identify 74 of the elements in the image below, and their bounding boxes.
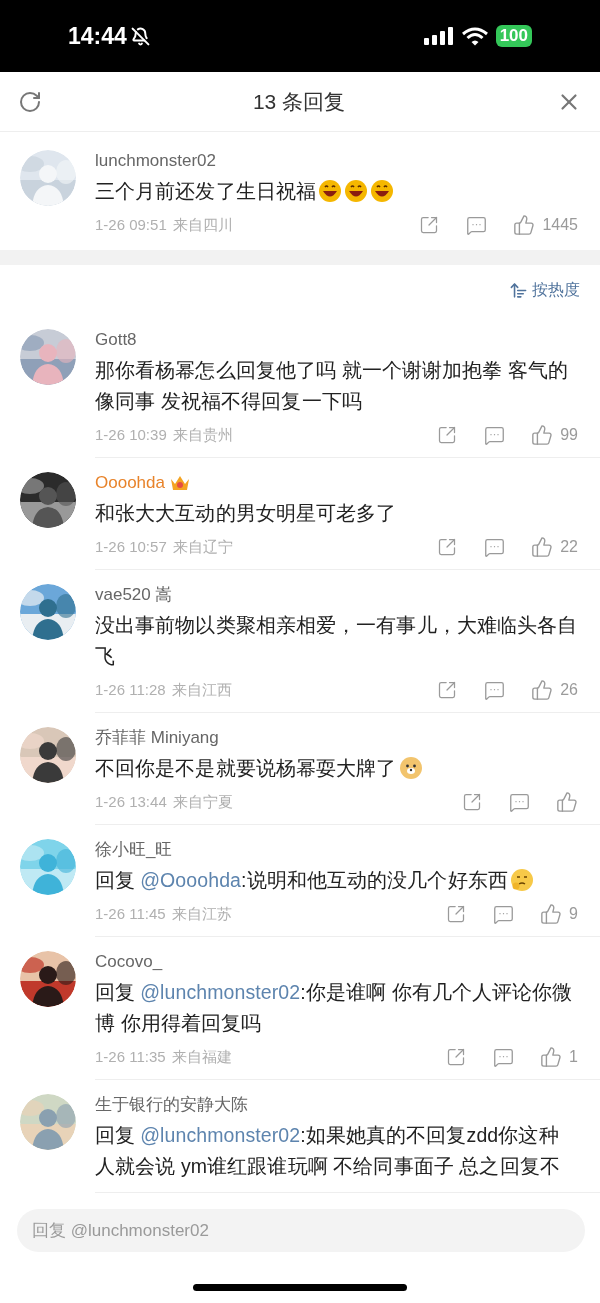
share-icon[interactable] bbox=[419, 215, 440, 235]
comment-text: 回复 @lunchmonster02:如果她真的不回复zdd你这种人就会说 ym谁红跟谁玩啊 不给同事面子 总之回复不 bbox=[95, 1123, 561, 1179]
comment-location: 来自四川 bbox=[172, 214, 233, 235]
emoji-icon bbox=[398, 756, 423, 780]
bell-off-icon bbox=[130, 26, 150, 46]
emoji-icon bbox=[318, 179, 343, 203]
comment-location: 来自贵州 bbox=[172, 424, 233, 445]
share-icon[interactable] bbox=[462, 792, 482, 812]
comment-time: 1-26 11:45 bbox=[95, 903, 166, 924]
comment-icon[interactable] bbox=[466, 214, 488, 236]
comment-icon[interactable] bbox=[509, 791, 530, 813]
reply-field[interactable]: 回复 @lunchmonster02 bbox=[17, 1209, 585, 1252]
user-name[interactable]: 徐小旺_旺 bbox=[95, 837, 173, 863]
like-icon[interactable] bbox=[556, 791, 578, 813]
comment-location: 来自辽宁 bbox=[172, 536, 233, 557]
comment-time: 1-26 10:39 bbox=[95, 424, 167, 445]
comment-icon[interactable] bbox=[493, 1046, 515, 1068]
user-name[interactable]: Cocovo_ bbox=[95, 949, 163, 975]
share-icon[interactable] bbox=[437, 537, 458, 557]
refresh-icon[interactable] bbox=[18, 89, 42, 114]
signal-icon bbox=[423, 27, 454, 45]
like-icon[interactable] bbox=[513, 214, 536, 236]
mention-link[interactable]: @Oooohda bbox=[140, 869, 242, 891]
comment-time: 1-26 09:51 bbox=[95, 214, 167, 235]
comment-text: 回复 @Oooohda:说明和他互动的没几个好东西 bbox=[95, 865, 600, 896]
mention-link[interactable]: @lunchmonster02 bbox=[140, 981, 301, 1003]
comment-time: 1-26 10:57 bbox=[95, 536, 167, 557]
share-icon[interactable] bbox=[446, 904, 467, 924]
user-name[interactable]: 乔菲菲 Miniyang bbox=[95, 725, 219, 751]
comment-text: 不回你是不是就要说杨幂耍大牌了 bbox=[95, 753, 600, 784]
sheet-title: 13 条回复 bbox=[251, 88, 347, 115]
like-icon[interactable] bbox=[531, 679, 554, 701]
user-name[interactable]: lunchmonster02 bbox=[95, 148, 216, 174]
like-count: 1 bbox=[569, 1047, 578, 1067]
like-icon[interactable] bbox=[531, 424, 554, 446]
battery-level: 100 bbox=[495, 25, 532, 47]
comment-time: 1-26 13:44 bbox=[95, 791, 167, 812]
clock-time: 14:44 bbox=[68, 21, 127, 51]
comment-text: 回复 @lunchmonster02:你是谁啊 你有几个人评论你微博 你用得着回复吗 bbox=[95, 980, 574, 1036]
like-icon[interactable] bbox=[540, 903, 563, 925]
comment-icon[interactable] bbox=[484, 536, 506, 558]
emoji-icon bbox=[509, 868, 534, 892]
like-count: 26 bbox=[560, 680, 578, 700]
comment-location: 来自福建 bbox=[171, 1046, 232, 1067]
comment-text: 三个月前还发了生日祝福 bbox=[95, 176, 600, 207]
comment-icon[interactable] bbox=[484, 424, 506, 446]
comment-location: 来自江苏 bbox=[171, 903, 232, 924]
mention-link[interactable]: @lunchmonster02 bbox=[140, 1124, 301, 1146]
comment-text: 那你看杨幂怎么回复他了吗 就一个谢谢加抱拳 客气的像同事 发祝福不得回复一下吗 bbox=[95, 358, 570, 414]
sort-icon bbox=[509, 280, 528, 300]
like-count: 22 bbox=[560, 537, 578, 557]
emoji-icon bbox=[370, 179, 395, 203]
share-icon[interactable] bbox=[437, 680, 458, 700]
comment-time: 1-26 11:28 bbox=[95, 679, 166, 700]
like-icon[interactable] bbox=[540, 1046, 563, 1068]
comment-text: 没出事前物以类聚相亲相爱，一有事儿，大难临头各自飞 bbox=[95, 613, 579, 669]
comment-icon[interactable] bbox=[484, 679, 506, 701]
like-count: 1445 bbox=[542, 215, 578, 235]
share-icon[interactable] bbox=[437, 425, 458, 445]
like-icon[interactable] bbox=[531, 536, 554, 558]
user-name[interactable]: Gott8 bbox=[95, 327, 137, 353]
comment-location: 来自江西 bbox=[171, 679, 232, 700]
comment-location: 来自宁夏 bbox=[172, 791, 233, 812]
comment-text: 和张大大互动的男女明星可老多了 bbox=[95, 501, 398, 526]
user-name[interactable]: vae520 嵩 bbox=[95, 582, 173, 608]
share-icon[interactable] bbox=[446, 1047, 467, 1067]
comment-icon[interactable] bbox=[493, 903, 515, 925]
like-count: 9 bbox=[569, 904, 578, 924]
like-count: 99 bbox=[560, 425, 578, 445]
user-name[interactable]: 生于银行的安静大陈 bbox=[95, 1092, 248, 1118]
sort-button[interactable]: 按热度 bbox=[509, 278, 580, 302]
comment-time: 1-26 11:35 bbox=[95, 1046, 166, 1067]
wifi-icon bbox=[461, 26, 488, 46]
emoji-icon bbox=[344, 179, 369, 203]
